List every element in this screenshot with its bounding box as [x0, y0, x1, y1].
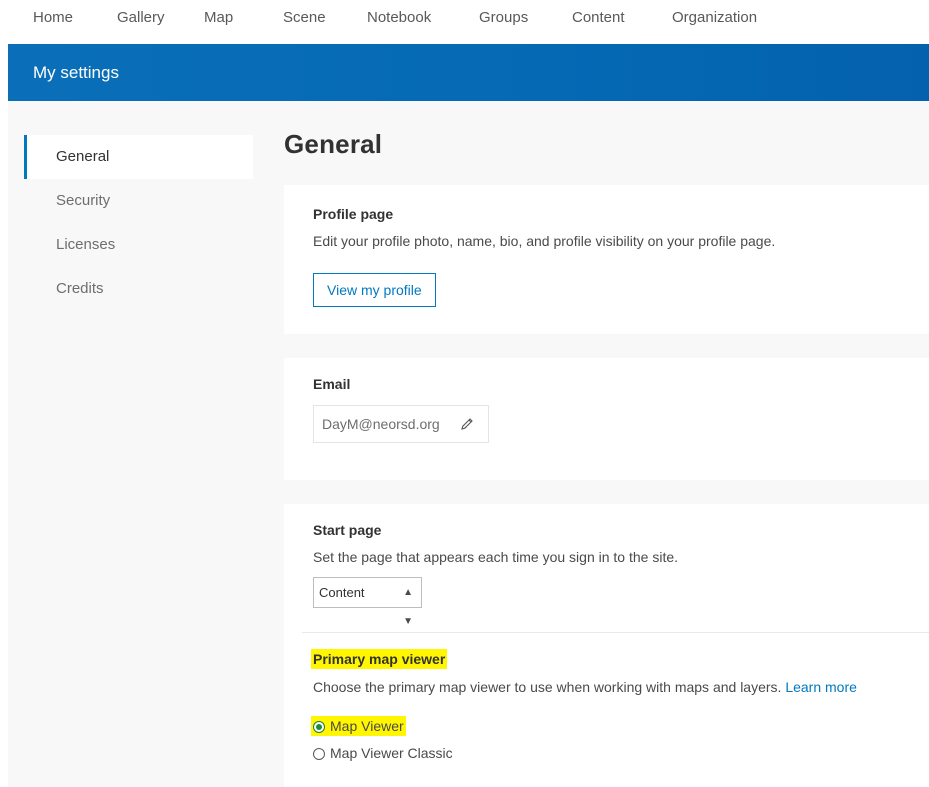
start-page-description: Set the page that appears each time you … [313, 549, 679, 565]
sidebar-item-label: Security [56, 192, 111, 209]
sidebar-item-label: Licenses [56, 236, 116, 253]
page-title: General [284, 129, 383, 159]
map-viewer-title: Primary map viewer [313, 651, 446, 667]
sidebar-item-label: General [56, 148, 110, 165]
nav-scene[interactable]: Scene [283, 9, 326, 26]
main-area: General Security Licenses Credits Genera… [8, 101, 929, 787]
radio-map-viewer-classic-label: Map Viewer Classic [330, 745, 453, 761]
nav-map[interactable]: Map [204, 9, 233, 26]
nav-content[interactable]: Content [572, 9, 625, 26]
top-nav: Home Gallery Map Scene Notebook Groups C… [0, 0, 929, 44]
view-profile-button[interactable]: View my profile [313, 273, 436, 307]
start-page-selected: Content [319, 585, 365, 600]
email-card: Email DayM@neorsd.org [284, 358, 929, 480]
profile-description: Edit your profile photo, name, bio, and … [313, 233, 776, 249]
learn-more-link[interactable]: Learn more [785, 679, 857, 695]
map-viewer-description: Choose the primary map viewer to use whe… [313, 679, 857, 695]
radio-map-viewer-highlight: Map Viewer [313, 718, 404, 734]
section-divider [302, 632, 929, 633]
sidebar-item-label: Credits [56, 280, 104, 297]
profile-title: Profile page [313, 206, 394, 222]
header-title: My settings [33, 63, 119, 82]
sidebar-item-security[interactable]: Security [24, 179, 253, 223]
radio-unchecked-icon[interactable] [313, 748, 325, 760]
radio-checked-icon[interactable] [313, 721, 325, 733]
radio-map-viewer-classic[interactable]: Map Viewer Classic [313, 745, 453, 761]
settings-header: My settings [8, 44, 929, 101]
map-viewer-title-text: Primary map viewer [313, 651, 446, 667]
sidebar-item-general[interactable]: General [24, 135, 253, 179]
pencil-icon[interactable] [460, 417, 474, 431]
sidebar-item-licenses[interactable]: Licenses [24, 223, 253, 267]
radio-map-viewer[interactable]: Map Viewer [313, 718, 404, 734]
nav-organization[interactable]: Organization [672, 9, 757, 26]
profile-card: Profile page Edit your profile photo, na… [284, 185, 929, 334]
nav-home[interactable]: Home [33, 9, 73, 26]
start-page-select[interactable]: Content ▲ ▼ [313, 577, 422, 627]
start-page-card: Start page Set the page that appears eac… [284, 504, 929, 787]
email-title: Email [313, 376, 351, 392]
start-page-title: Start page [313, 522, 382, 538]
email-value: DayM@neorsd.org [322, 416, 440, 432]
map-viewer-description-text: Choose the primary map viewer to use whe… [313, 679, 782, 695]
email-field[interactable]: DayM@neorsd.org [313, 405, 489, 443]
select-arrows-icon: ▲ ▼ [403, 587, 413, 627]
nav-notebook[interactable]: Notebook [367, 9, 431, 26]
nav-groups[interactable]: Groups [479, 9, 528, 26]
radio-map-viewer-label: Map Viewer [330, 718, 404, 734]
sidebar-item-credits[interactable]: Credits [24, 267, 253, 311]
nav-gallery[interactable]: Gallery [117, 9, 165, 26]
